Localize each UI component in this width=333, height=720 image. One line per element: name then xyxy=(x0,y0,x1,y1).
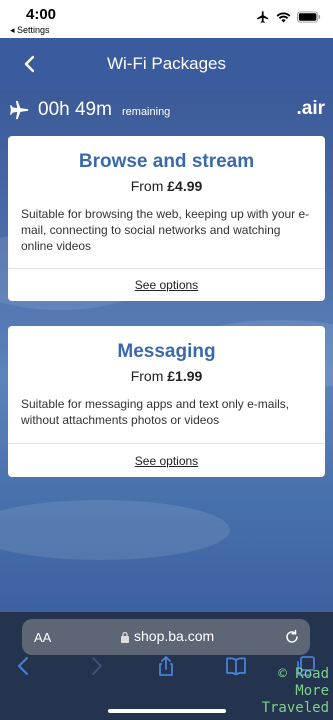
status-icons xyxy=(256,10,321,24)
price-value: £1.99 xyxy=(167,368,203,384)
home-indicator xyxy=(108,709,226,713)
status-bar: 4:00 ◂ Settings xyxy=(0,0,333,38)
lock-icon xyxy=(121,631,129,643)
battery-icon xyxy=(297,11,321,23)
main-content: 00h 49m remaining .air Browse and stream… xyxy=(0,90,333,612)
package-price: From £1.99 xyxy=(130,368,203,384)
flight-time-remaining: 00h 49m xyxy=(38,99,112,120)
package-description: Suitable for messaging apps and text onl… xyxy=(21,397,290,427)
airplane-mode-icon xyxy=(257,11,269,23)
nav-bar: Wi-Fi Packages xyxy=(0,38,333,90)
package-card-messaging: Messaging From £1.99 Suitable for messag… xyxy=(8,326,325,477)
see-options-link[interactable]: See options xyxy=(8,454,325,468)
reload-icon[interactable] xyxy=(284,629,300,645)
air-logo: .air xyxy=(296,98,325,119)
background-cloud xyxy=(0,500,230,560)
bookmarks-icon[interactable] xyxy=(224,654,248,678)
price-value: £4.99 xyxy=(167,178,203,194)
package-title: Browse and stream xyxy=(78,151,255,172)
reader-aa-button[interactable]: AA xyxy=(34,630,51,645)
package-description: Suitable for browsing the web, keeping u… xyxy=(21,207,310,253)
address-bar[interactable]: AA shop.ba.com xyxy=(22,619,310,655)
see-options-link[interactable]: See options xyxy=(8,278,325,292)
watermark: © Road More Traveled xyxy=(261,666,329,716)
status-time: 4:00 xyxy=(26,6,57,23)
package-price: From £4.99 xyxy=(130,178,203,194)
package-card-browse: Browse and stream From £4.99 Suitable fo… xyxy=(8,136,325,301)
airplane-icon xyxy=(10,100,29,120)
wifi-icon xyxy=(276,12,291,23)
browser-forward-icon[interactable] xyxy=(84,654,108,678)
url-text[interactable]: shop.ba.com xyxy=(134,628,214,644)
share-icon[interactable] xyxy=(154,654,178,678)
card-divider xyxy=(8,443,325,444)
page-title: Wi-Fi Packages xyxy=(106,54,227,73)
back-to-settings-link[interactable]: ◂ Settings xyxy=(10,25,50,36)
flight-status-bar: 00h 49m remaining .air xyxy=(0,90,333,130)
card-divider xyxy=(8,268,325,269)
package-title: Messaging xyxy=(117,341,216,362)
browser-back-icon[interactable] xyxy=(12,654,36,678)
remaining-label: remaining xyxy=(122,106,171,118)
